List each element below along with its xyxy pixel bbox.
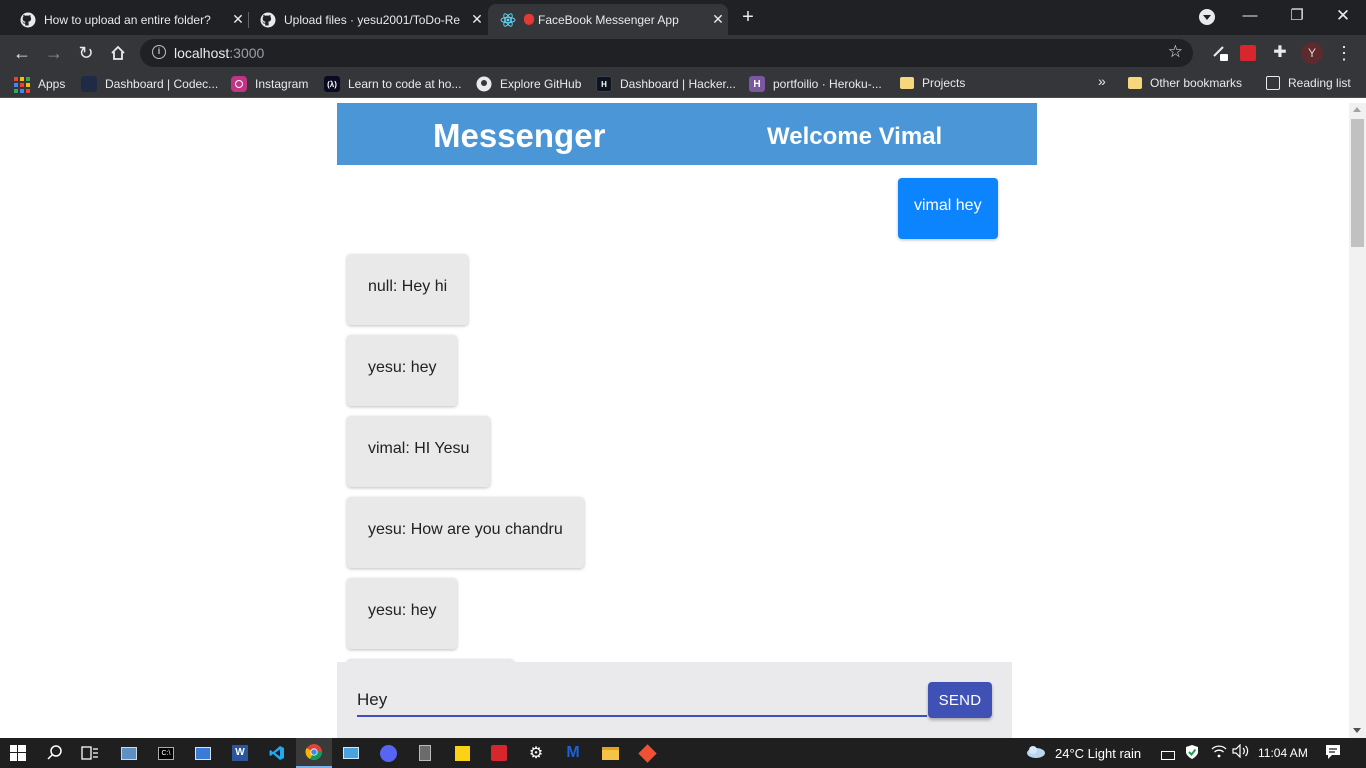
message-bubble: yesu: hey bbox=[347, 578, 458, 649]
folder-icon bbox=[1128, 77, 1142, 89]
message-bubble: vimal: HI Yesu bbox=[347, 416, 491, 487]
tab-title: FaceBook Messenger App bbox=[538, 12, 679, 27]
todo-app-icon[interactable] bbox=[488, 742, 510, 764]
extensions-puzzle-icon[interactable]: ✚ bbox=[1267, 40, 1293, 66]
tab-title: How to upload an entire folder? bbox=[44, 12, 211, 27]
close-tab-icon[interactable]: ✕ bbox=[228, 11, 248, 28]
vscode-icon[interactable] bbox=[266, 742, 288, 764]
apps-grid-icon bbox=[14, 76, 30, 93]
message-bubble: yesu: How are you chandru bbox=[347, 497, 584, 568]
tab-upload-files[interactable]: Upload files · yesu2001/ToDo-Re ✕ bbox=[248, 4, 487, 35]
clock-time[interactable]: 11:04 AM bbox=[1258, 746, 1308, 760]
back-icon[interactable]: ← bbox=[9, 40, 35, 66]
bookmark-heroku[interactable]: H portfoilio · Heroku-... bbox=[749, 76, 882, 92]
malwarebytes-icon[interactable]: M bbox=[562, 742, 584, 764]
control-panel-icon[interactable] bbox=[192, 742, 214, 764]
bookmark-star-icon[interactable]: ☆ bbox=[1168, 42, 1183, 62]
windows-start-icon[interactable] bbox=[7, 742, 29, 764]
bookmark-freecodecamp[interactable]: (λ) Learn to code at ho... bbox=[324, 76, 461, 92]
messenger-page: Messenger Welcome Vimal vimal hey null: … bbox=[0, 103, 1366, 738]
github-icon bbox=[260, 12, 276, 28]
windows-taskbar: C:\ W ⚙ M 24°C Light rain 11:04 AM bbox=[0, 738, 1366, 768]
page-scrollbar[interactable] bbox=[1349, 103, 1366, 738]
bookmarks-overflow-button[interactable]: » bbox=[1098, 73, 1106, 89]
hackerrank-icon: H bbox=[596, 76, 612, 92]
message-input[interactable] bbox=[357, 684, 927, 717]
bookmark-github[interactable]: Explore GitHub bbox=[476, 76, 581, 92]
react-icon bbox=[500, 12, 516, 28]
scroll-down-icon[interactable] bbox=[1353, 728, 1361, 733]
battery-icon[interactable] bbox=[1161, 748, 1175, 763]
git-icon[interactable] bbox=[636, 742, 658, 764]
bookmark-hackerrank[interactable]: H Dashboard | Hacker... bbox=[596, 76, 736, 92]
send-button[interactable]: SEND bbox=[928, 682, 992, 718]
calculator-icon[interactable] bbox=[414, 742, 436, 764]
scroll-up-icon[interactable] bbox=[1353, 107, 1361, 112]
notifications-icon[interactable] bbox=[1325, 744, 1341, 763]
forward-icon[interactable]: → bbox=[41, 40, 67, 66]
settings-gear-icon[interactable]: ⚙ bbox=[525, 742, 547, 764]
welcome-text: Welcome Vimal bbox=[767, 123, 943, 150]
scrollbar-thumb[interactable] bbox=[1351, 119, 1364, 247]
close-window-icon[interactable]: ✕ bbox=[1323, 4, 1363, 28]
extension-red-icon[interactable] bbox=[1235, 40, 1261, 66]
page-title: Messenger bbox=[433, 117, 606, 154]
discord-icon[interactable] bbox=[377, 742, 399, 764]
tab-search-icon[interactable] bbox=[1199, 9, 1215, 25]
heroku-icon: H bbox=[749, 76, 765, 92]
search-icon[interactable] bbox=[44, 742, 66, 764]
minimize-icon[interactable]: — bbox=[1230, 4, 1270, 28]
reading-list-icon bbox=[1266, 76, 1280, 90]
freecodecamp-icon: (λ) bbox=[324, 76, 340, 92]
bookmark-codecademy[interactable]: Dashboard | Codec... bbox=[81, 76, 218, 92]
bookmark-projects[interactable]: Projects bbox=[900, 76, 965, 90]
profile-avatar[interactable]: Y bbox=[1301, 42, 1323, 64]
remote-desktop-icon[interactable] bbox=[340, 742, 362, 764]
own-message-bubble: vimal hey bbox=[898, 178, 998, 239]
browser-toolbar: ← → ↻ i localhost:3000 ☆ ✚ ⋮ bbox=[0, 35, 1366, 70]
weather-text[interactable]: 24°C Light rain bbox=[1055, 746, 1141, 761]
reload-icon[interactable]: ↻ bbox=[73, 40, 99, 66]
home-icon[interactable] bbox=[105, 40, 131, 66]
file-explorer-icon[interactable] bbox=[599, 742, 621, 764]
close-tab-icon[interactable]: ✕ bbox=[708, 11, 728, 28]
security-shield-icon[interactable] bbox=[1185, 744, 1199, 763]
tab-messenger-app[interactable]: FaceBook Messenger App ✕ bbox=[488, 4, 728, 35]
tab-strip: How to upload an entire folder? ✕ Upload… bbox=[0, 0, 1366, 35]
command-prompt-icon[interactable]: C:\ bbox=[155, 742, 177, 764]
site-info-icon[interactable]: i bbox=[152, 45, 166, 59]
message-bubble: yesu: hey bbox=[347, 335, 458, 406]
github-icon bbox=[20, 12, 36, 28]
sticky-notes-icon[interactable] bbox=[451, 742, 473, 764]
photos-app-icon[interactable] bbox=[118, 742, 140, 764]
chrome-icon[interactable] bbox=[296, 738, 332, 768]
tab-title: Upload files · yesu2001/ToDo-Re bbox=[284, 12, 461, 27]
codecademy-icon bbox=[81, 76, 97, 92]
url-text: localhost:3000 bbox=[174, 45, 265, 61]
wifi-icon[interactable] bbox=[1211, 744, 1227, 761]
bookmarks-bar: Apps Dashboard | Codec... Instagram (λ) … bbox=[0, 70, 1366, 98]
instagram-icon bbox=[231, 76, 247, 92]
task-view-icon[interactable] bbox=[79, 742, 101, 764]
bookmark-apps[interactable]: Apps bbox=[14, 76, 65, 93]
volume-icon[interactable] bbox=[1232, 743, 1250, 761]
restore-icon[interactable]: ❐ bbox=[1277, 4, 1317, 28]
extension-tab-icon[interactable] bbox=[1207, 40, 1233, 66]
word-icon[interactable]: W bbox=[229, 742, 251, 764]
folder-icon bbox=[900, 77, 914, 89]
menu-kebab-icon[interactable]: ⋮ bbox=[1331, 40, 1357, 66]
github-icon bbox=[476, 76, 492, 92]
app-header: Messenger Welcome Vimal bbox=[337, 103, 1037, 165]
recording-badge-icon bbox=[524, 14, 534, 25]
close-tab-icon[interactable]: ✕ bbox=[467, 11, 487, 28]
reading-list[interactable]: Reading list bbox=[1266, 76, 1351, 90]
message-composer: SEND bbox=[337, 662, 1012, 738]
new-tab-icon[interactable]: + bbox=[737, 6, 759, 28]
weather-icon[interactable] bbox=[1024, 744, 1046, 763]
bookmark-instagram[interactable]: Instagram bbox=[231, 76, 308, 92]
message-bubble: null: Hey hi bbox=[347, 254, 469, 325]
tab-upload-folder[interactable]: How to upload an entire folder? ✕ bbox=[8, 4, 248, 35]
other-bookmarks[interactable]: Other bookmarks bbox=[1128, 76, 1242, 90]
address-bar[interactable]: i localhost:3000 ☆ bbox=[140, 39, 1193, 67]
